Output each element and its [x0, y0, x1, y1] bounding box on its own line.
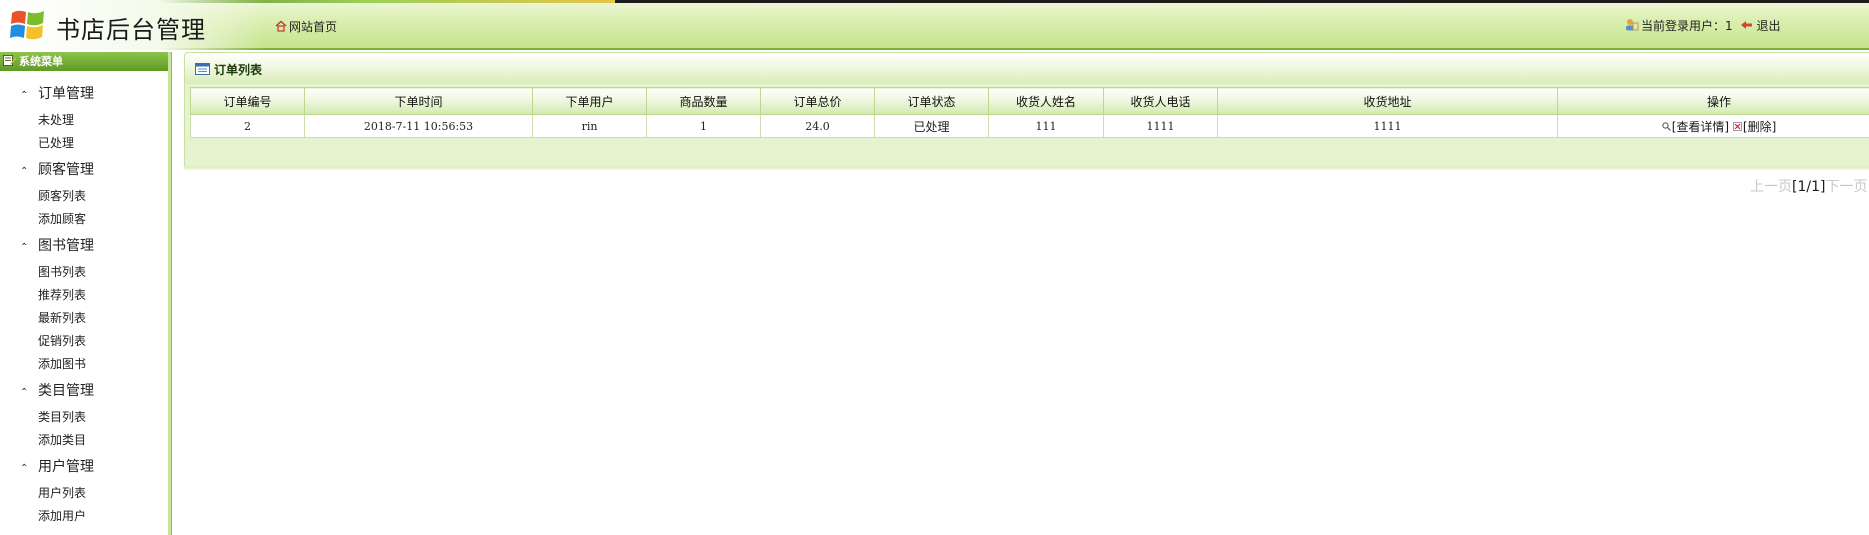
menu-item-newest-list[interactable]: 最新列表 [38, 310, 86, 326]
column-header: 收货人电话 [1103, 87, 1218, 115]
total-price-cell: 24.0 [760, 114, 875, 138]
panel-title: 订单列表 [195, 61, 262, 78]
app-title: 书店后台管理 [56, 16, 206, 44]
chevron-up-icon: ⌃ [20, 463, 29, 474]
edit-menu-icon [3, 55, 16, 66]
current-user-label: 当前登录用户：1 [1641, 19, 1733, 33]
chevron-up-icon: ⌃ [20, 90, 29, 101]
main-panel: 订单列表 订单编号 下单时间 下单用户 商品数量 订单总价 订单状态 收货人姓名… [184, 52, 1869, 195]
status-cell: 已处理 [874, 114, 989, 138]
next-page-link[interactable]: 下一页 [1825, 179, 1867, 195]
sidebar: 系统菜单 ⌃ 订单管理 未处理 已处理 ⌃ 顾客管理 顾客列表 添加顾客 ⌃ 图书管理… [0, 52, 172, 535]
table-header-row: 订单编号 下单时间 下单用户 商品数量 订单总价 订单状态 收货人姓名 收货人电… [190, 87, 1869, 115]
chevron-up-icon: ⌃ [20, 387, 29, 398]
menu-group-title: 用户管理 [38, 459, 94, 475]
table-container: 订单编号 下单时间 下单用户 商品数量 订单总价 订单状态 收货人姓名 收货人电… [184, 84, 1869, 195]
menu-group-books[interactable]: ⌃ 图书管理 [20, 236, 94, 256]
menu-group-title: 订单管理 [38, 86, 94, 102]
delete-label: [删除] [1742, 119, 1777, 134]
menu-item-user-list[interactable]: 用户列表 [38, 485, 86, 501]
column-header: 商品数量 [646, 87, 761, 115]
logo-area: 书店后台管理 [0, 0, 265, 50]
column-header: 订单总价 [760, 87, 875, 115]
order-user-cell: rin [532, 114, 647, 138]
logout-link[interactable]: 退出 [1740, 19, 1780, 33]
chevron-up-icon: ⌃ [20, 242, 29, 253]
home-link[interactable]: 网站首页 [275, 18, 337, 35]
pagination: 上一页[1/1]下一页 [1750, 176, 1867, 196]
magnifier-icon [1662, 121, 1671, 131]
logout-label: 退出 [1756, 19, 1781, 33]
menu-group-title: 图书管理 [38, 238, 94, 254]
menu-item-promotion-list[interactable]: 促销列表 [38, 333, 86, 349]
panel-title-text: 订单列表 [214, 63, 263, 77]
menu-item-add-user[interactable]: 添加用户 [38, 508, 86, 524]
column-header: 收货地址 [1217, 87, 1558, 115]
quantity-cell: 1 [646, 114, 761, 138]
menu-item-processed[interactable]: 已处理 [38, 135, 74, 151]
sidebar-title: 系统菜单 [19, 55, 63, 68]
column-header: 下单用户 [532, 87, 647, 115]
column-header: 操作 [1557, 87, 1869, 115]
page-indicator: [1/1] [1792, 179, 1826, 195]
delete-link[interactable]: [删除] [1733, 120, 1776, 134]
orders-table: 订单编号 下单时间 下单用户 商品数量 订单总价 订单状态 收货人姓名 收货人电… [190, 87, 1869, 138]
list-window-icon [195, 63, 210, 75]
panel-title-bar: 订单列表 [184, 52, 1869, 84]
order-time-cell: 2018-7-11 10:56:53 [304, 114, 533, 138]
windows-logo-icon [10, 10, 44, 40]
menu-item-recommended-list[interactable]: 推荐列表 [38, 287, 86, 303]
menu-item-unprocessed[interactable]: 未处理 [38, 112, 74, 128]
prev-page-link[interactable]: 上一页 [1750, 179, 1792, 195]
menu-group-categories[interactable]: ⌃ 类目管理 [20, 381, 94, 401]
header-accent-bar [0, 0, 1869, 3]
top-header: 书店后台管理 网站首页 当前登录用户：1 退出 [0, 0, 1869, 50]
delete-icon [1733, 121, 1742, 131]
logout-icon [1741, 21, 1753, 29]
panel-bottom-border [184, 166, 1869, 170]
receiver-name-cell: 111 [988, 114, 1104, 138]
menu-group-users[interactable]: ⌃ 用户管理 [20, 457, 94, 477]
receiver-phone-cell: 1111 [1103, 114, 1218, 138]
menu-group-customers[interactable]: ⌃ 顾客管理 [20, 160, 94, 180]
column-header: 订单状态 [874, 87, 989, 115]
menu-item-customer-list[interactable]: 顾客列表 [38, 188, 86, 204]
view-details-link[interactable]: [查看详情] [1662, 120, 1733, 134]
column-header: 收货人姓名 [988, 87, 1104, 115]
menu-group-orders[interactable]: ⌃ 订单管理 [20, 84, 94, 104]
sidebar-header: 系统菜单 [0, 52, 168, 71]
menu-item-category-list[interactable]: 类目列表 [38, 409, 86, 425]
menu-item-book-list[interactable]: 图书列表 [38, 264, 86, 280]
menu-item-add-customer[interactable]: 添加顾客 [38, 211, 86, 227]
address-cell: 1111 [1217, 114, 1558, 138]
menu-group-title: 类目管理 [38, 383, 94, 399]
order-id-cell: 2 [190, 114, 305, 138]
column-header: 订单编号 [190, 87, 305, 115]
table-row: 2 2018-7-11 10:56:53 rin 1 24.0 已处理 111 … [190, 114, 1869, 138]
home-link-label: 网站首页 [289, 20, 338, 34]
home-icon [275, 20, 287, 32]
view-details-label: [查看详情] [1671, 119, 1730, 134]
menu-item-add-category[interactable]: 添加类目 [38, 432, 86, 448]
column-header: 下单时间 [304, 87, 533, 115]
user-icon [1626, 19, 1639, 31]
menu-item-add-book[interactable]: 添加图书 [38, 356, 86, 372]
chevron-up-icon: ⌃ [20, 166, 29, 177]
user-info: 当前登录用户：1 退出 [1625, 17, 1780, 34]
menu-group-title: 顾客管理 [38, 162, 94, 178]
actions-cell: [查看详情] [删除] [1557, 114, 1869, 138]
